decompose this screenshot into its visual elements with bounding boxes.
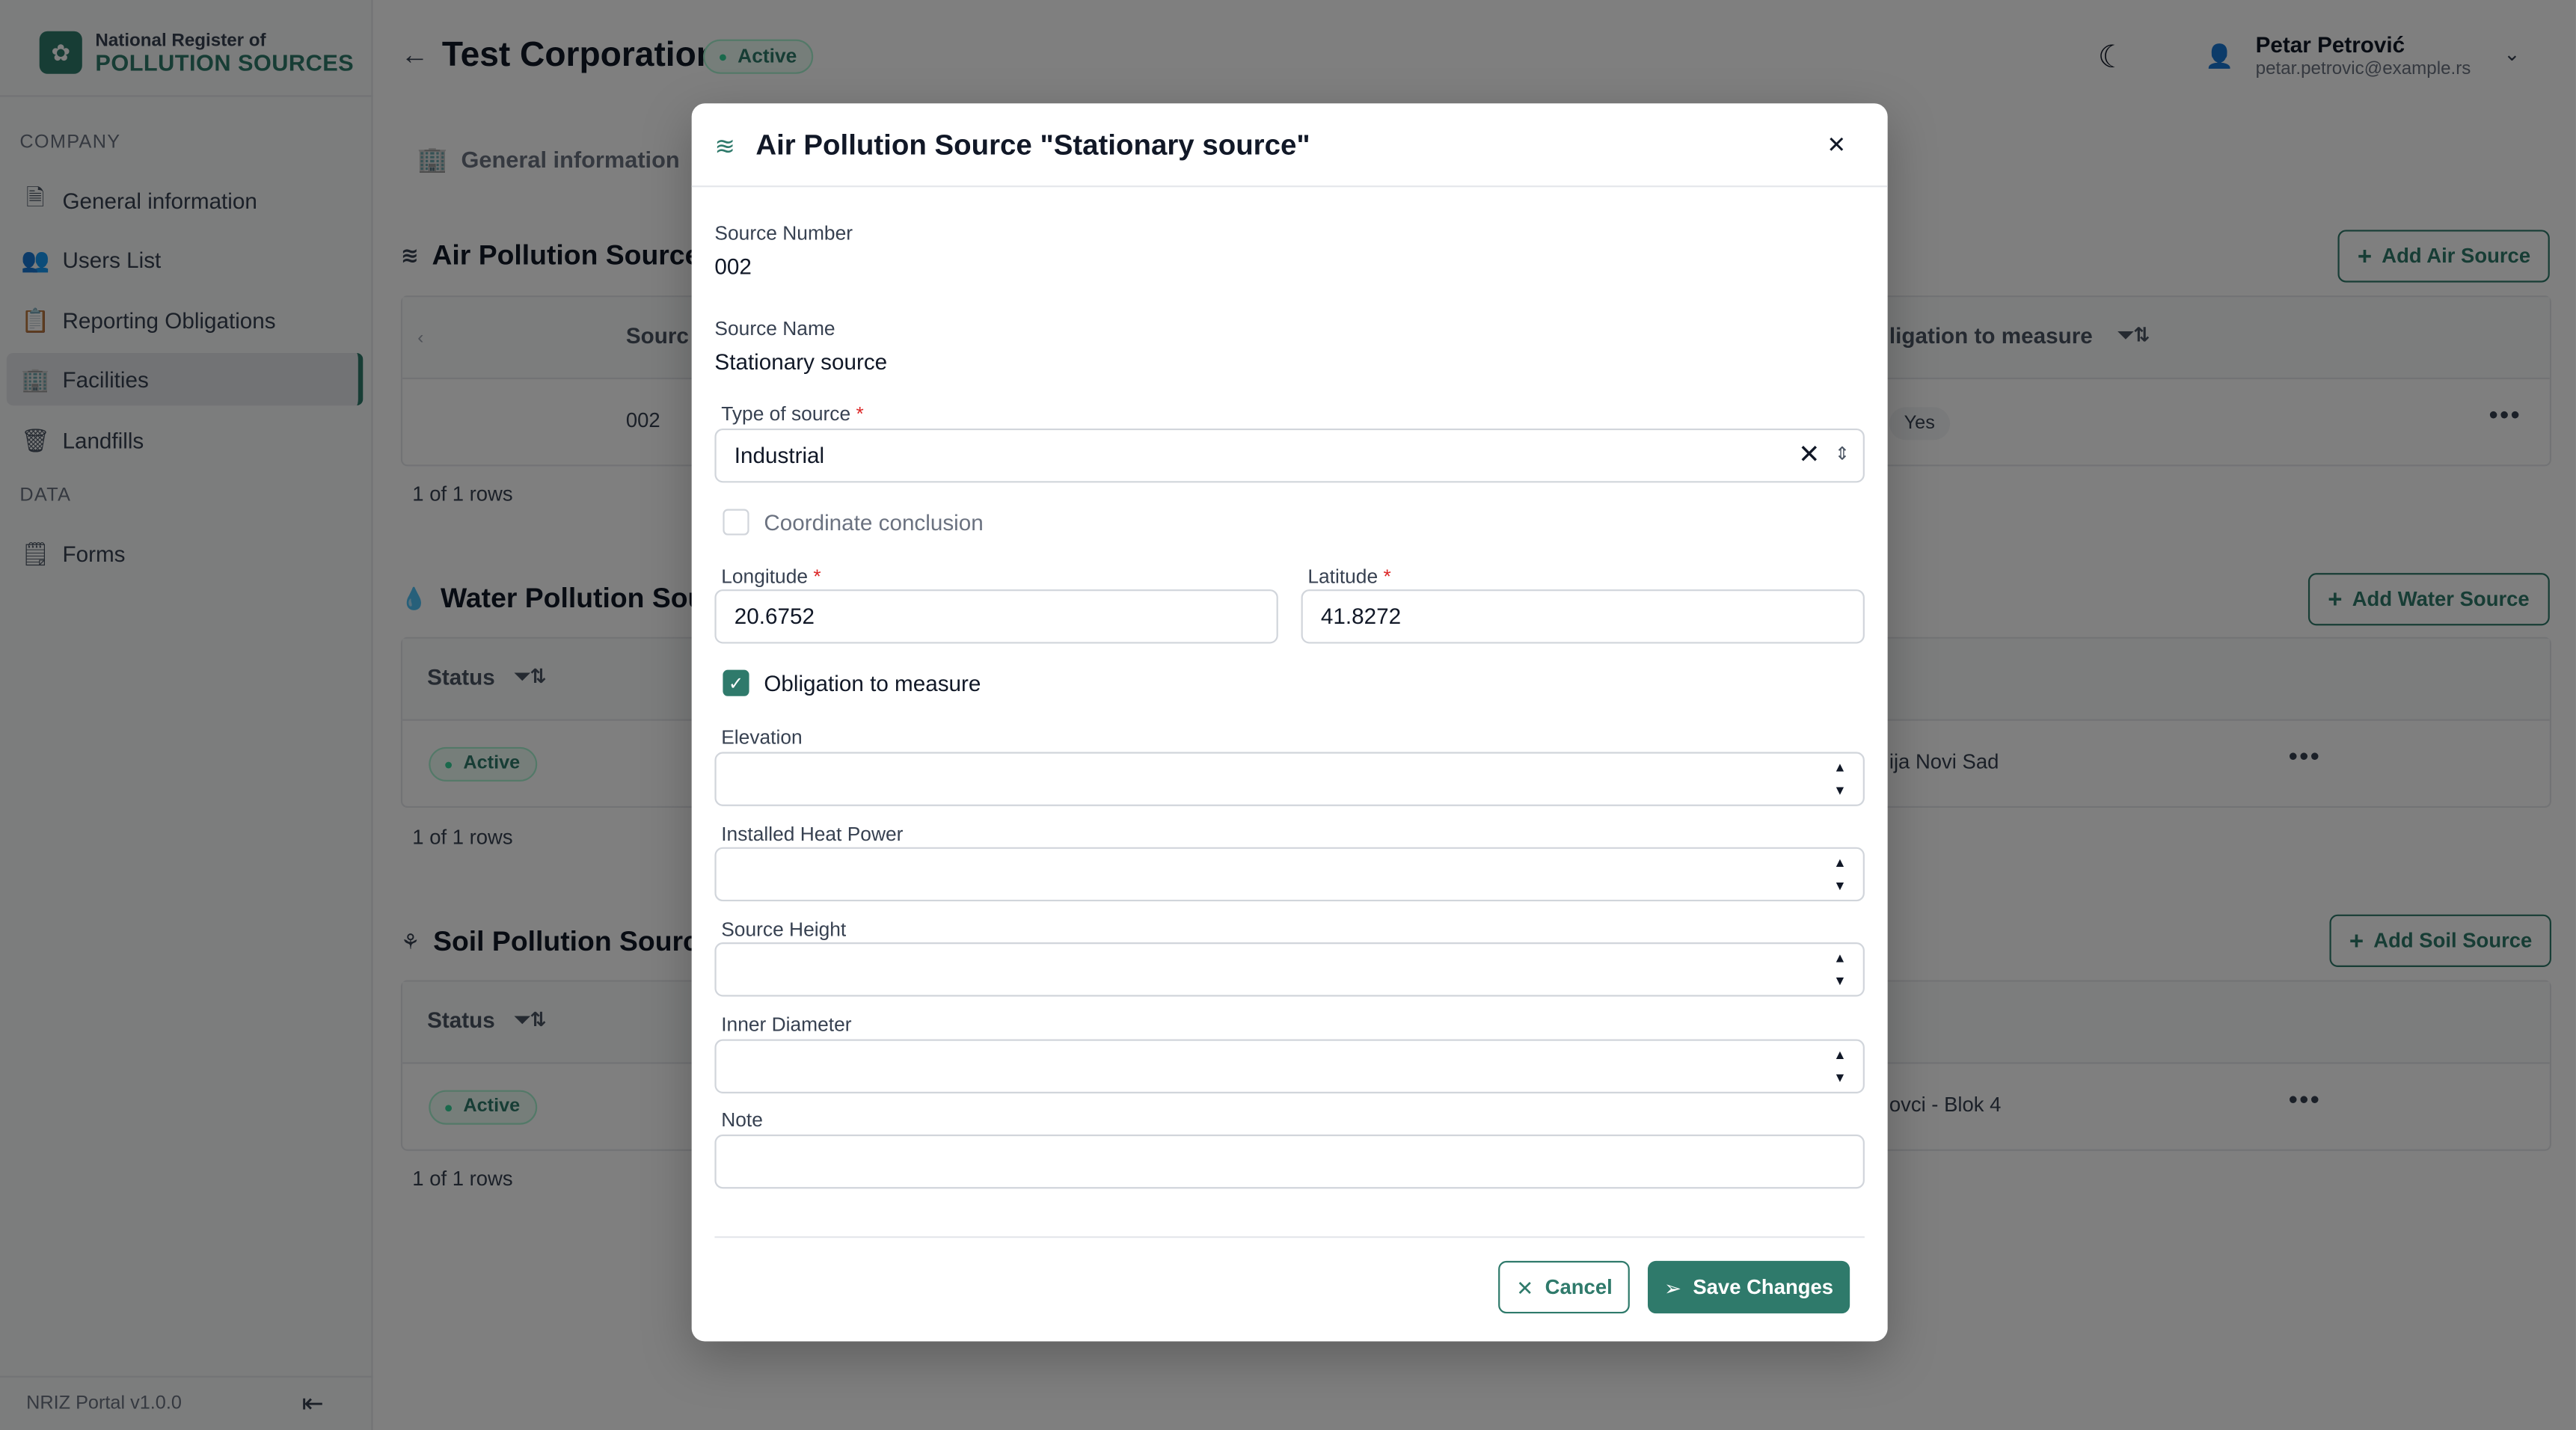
app-root: ✿ National Register of POLLUTION SOURCES… — [0, 0, 2576, 1430]
number-stepper-icon[interactable]: ▲ ▼ — [1830, 856, 1850, 895]
latitude-label-text: Latitude — [1307, 565, 1379, 588]
coordinate-conclusion-row[interactable]: Coordinate conclusion — [723, 509, 984, 536]
close-icon: ✕ — [1516, 1276, 1534, 1300]
required-marker: * — [1383, 565, 1391, 588]
inner-diameter-label: Inner Diameter — [721, 1013, 852, 1037]
note-input[interactable] — [714, 1134, 1865, 1189]
source-number-value: 002 — [714, 254, 752, 280]
dialog-header: ≋ Air Pollution Source "Stationary sourc… — [691, 103, 1888, 188]
close-icon[interactable]: ✕ — [1827, 132, 1846, 159]
elevation-label: Elevation — [721, 725, 803, 749]
source-height-input[interactable]: ▲ ▼ — [714, 942, 1865, 997]
source-name-label: Source Name — [714, 316, 835, 340]
send-icon: ➢ — [1663, 1276, 1681, 1300]
coordinate-conclusion-checkbox[interactable] — [723, 509, 749, 536]
latitude-label: Latitude * — [1307, 565, 1390, 588]
required-marker: * — [813, 565, 821, 588]
type-of-source-label: Type of source * — [721, 402, 864, 426]
footer-divider — [714, 1236, 1865, 1239]
obligation-to-measure-row[interactable]: ✓ Obligation to measure — [723, 669, 981, 696]
longitude-input[interactable]: 20.6752 — [714, 589, 1278, 644]
edit-air-source-dialog: ≋ Air Pollution Source "Stationary sourc… — [691, 103, 1888, 1342]
required-marker: * — [856, 402, 864, 426]
source-name-value: Stationary source — [714, 349, 888, 375]
source-height-label: Source Height — [721, 918, 847, 941]
obligation-to-measure-label: Obligation to measure — [764, 670, 981, 696]
cancel-button-label: Cancel — [1545, 1275, 1613, 1299]
longitude-label-text: Longitude — [721, 565, 809, 588]
wind-icon: ≋ — [714, 132, 736, 162]
type-of-source-value: Industrial — [734, 443, 825, 468]
select-updown-icon: ⇕ — [1834, 444, 1850, 465]
inner-diameter-input[interactable]: ▲ ▼ — [714, 1039, 1865, 1094]
installed-heat-power-label: Installed Heat Power — [721, 822, 904, 846]
number-stepper-icon[interactable]: ▲ ▼ — [1830, 1048, 1850, 1087]
elevation-input[interactable]: ▲ ▼ — [714, 752, 1865, 806]
save-changes-label: Save Changes — [1693, 1275, 1834, 1299]
installed-heat-power-input[interactable]: ▲ ▼ — [714, 847, 1865, 902]
save-changes-button[interactable]: ➢ Save Changes — [1647, 1260, 1850, 1314]
latitude-input[interactable]: 41.8272 — [1301, 589, 1865, 644]
longitude-label: Longitude * — [721, 565, 821, 588]
number-stepper-icon[interactable]: ▲ ▼ — [1830, 760, 1850, 800]
coordinate-conclusion-label: Coordinate conclusion — [764, 509, 984, 535]
note-label: Note — [721, 1108, 763, 1132]
number-stepper-icon[interactable]: ▲ ▼ — [1830, 951, 1850, 990]
obligation-to-measure-checkbox[interactable]: ✓ — [723, 669, 749, 696]
type-of-source-label-text: Type of source — [721, 402, 851, 426]
clear-icon[interactable]: ✕ — [1798, 430, 1820, 481]
type-of-source-select[interactable]: Industrial ✕ ⇕ — [714, 428, 1865, 483]
source-number-label: Source Number — [714, 221, 853, 245]
dialog-title: Air Pollution Source "Stationary source" — [755, 128, 1310, 162]
cancel-button[interactable]: ✕ Cancel — [1498, 1260, 1631, 1314]
